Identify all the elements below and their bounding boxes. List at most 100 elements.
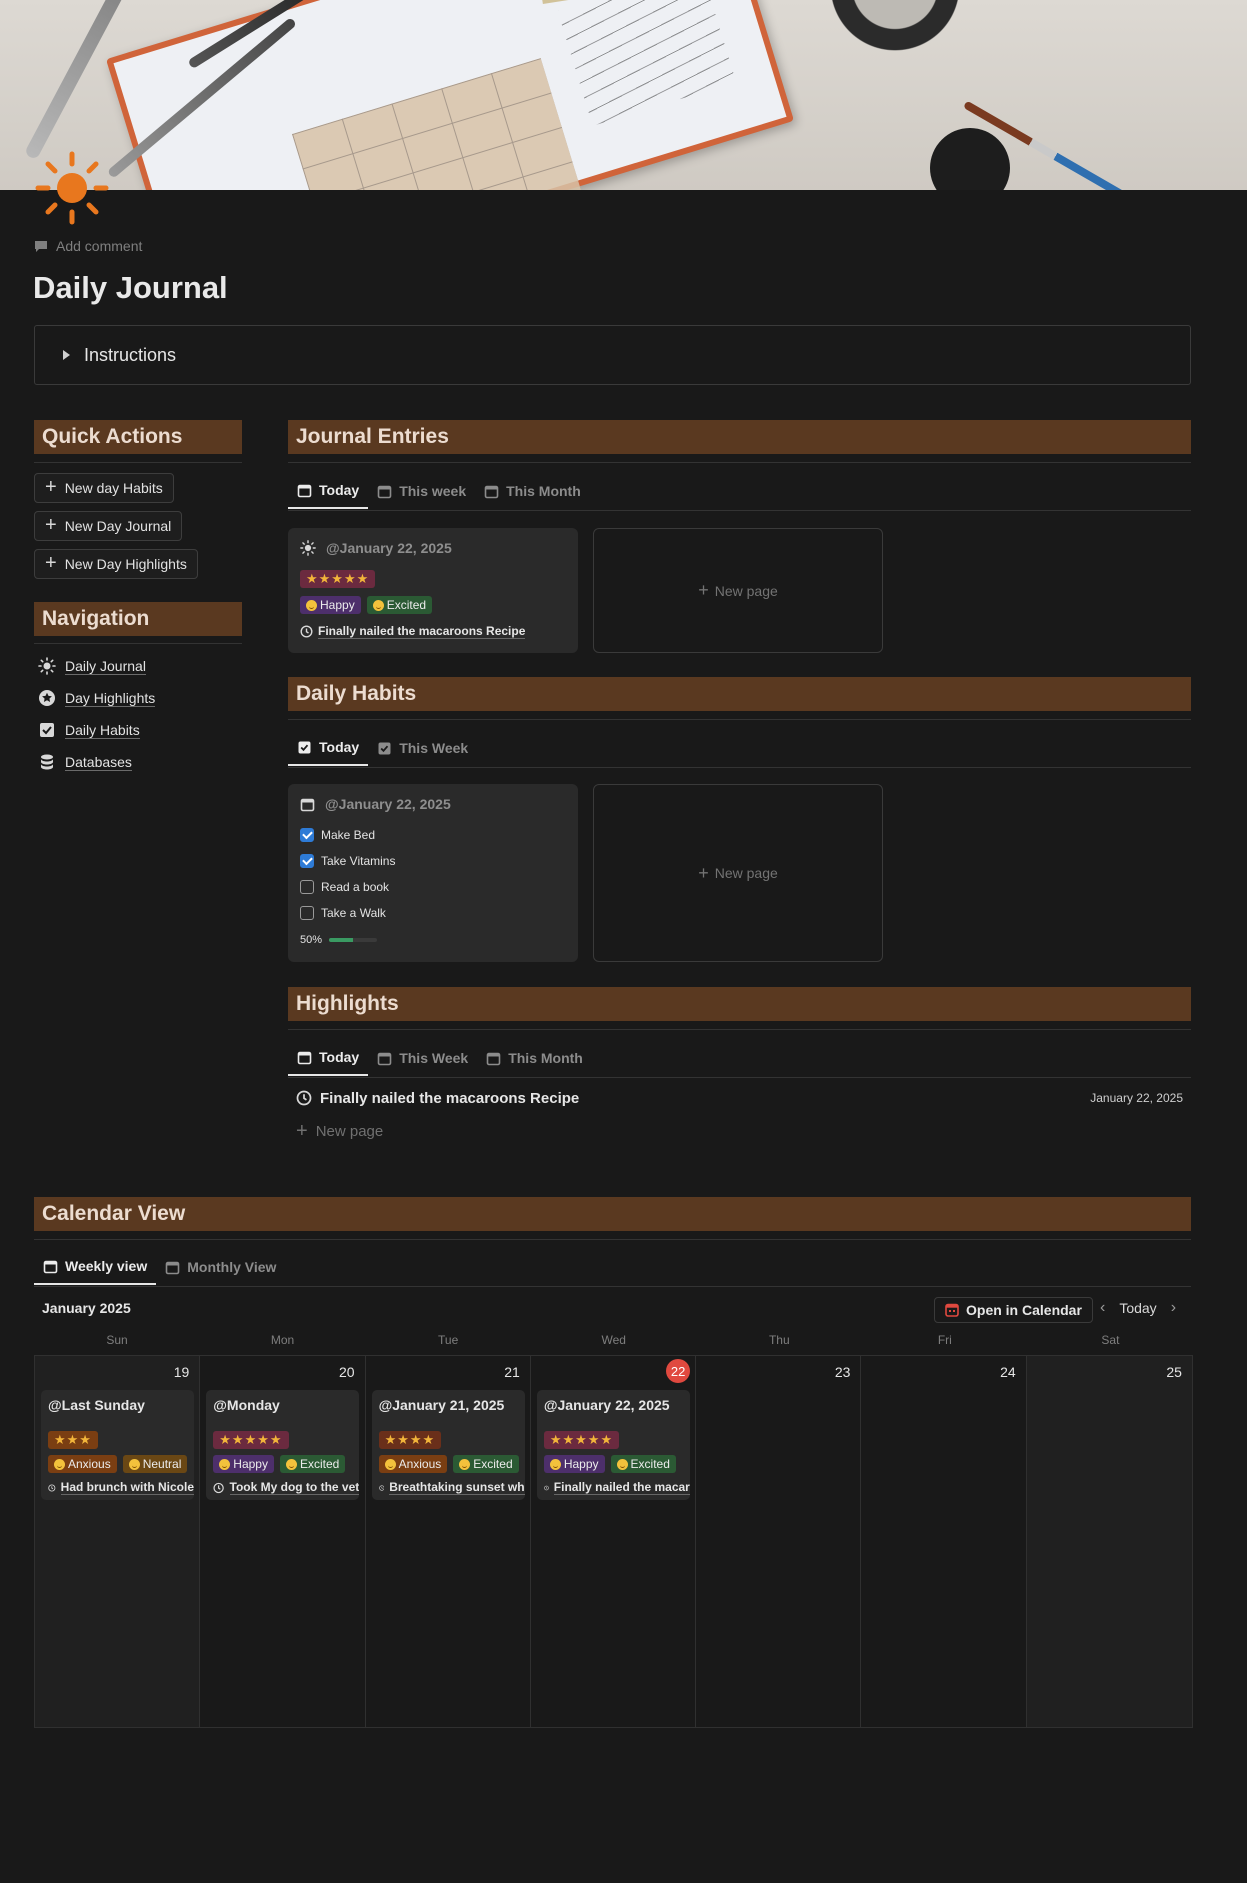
plus-icon: + [45, 514, 57, 536]
tab-this-month[interactable]: This Month [475, 473, 590, 509]
progress-bar-fill [329, 938, 354, 942]
excited-face-icon [459, 1458, 471, 1470]
nav-item-daily-journal[interactable]: Daily Journal [38, 657, 146, 675]
calendar-icon [484, 485, 499, 498]
journal-entry-card[interactable]: @January 22, 2025 ★★★★★ Happy Excited Fi… [288, 528, 578, 653]
smile-face-icon [372, 599, 384, 611]
calendar-nav: ‹ Today › [1100, 1299, 1176, 1317]
comment-icon [35, 240, 47, 252]
day-number: 24 [1000, 1364, 1016, 1380]
toggle-triangle-icon [63, 350, 70, 360]
calendar-entry-card[interactable]: @Last Sunday ★★★ Anxious Neutral Had brunch … [41, 1390, 194, 1500]
chevron-right-icon[interactable]: › [1171, 1299, 1176, 1317]
divider [288, 462, 1191, 463]
entry-title: @Monday [213, 1397, 280, 1413]
new-day-highlights-button[interactable]: + New Day Highlights [34, 549, 198, 579]
tab-today[interactable]: Today [288, 1040, 369, 1076]
calendar-day-cell[interactable]: 24 [861, 1356, 1027, 1727]
open-in-calendar-label: Open in Calendar [966, 1302, 1082, 1318]
calendar-entry-card[interactable]: @January 22, 2025 ★★★★★ Happy Excited Finall… [536, 1390, 690, 1500]
checkbox-checked[interactable] [300, 828, 314, 842]
tag-label: Anxious [68, 1457, 111, 1471]
checkbox-checked[interactable] [300, 854, 314, 868]
calendar-day-cell[interactable]: 21 @January 21, 2025 ★★★★ Anxious Excited Bre… [366, 1356, 531, 1727]
calendar-icon [377, 485, 392, 498]
habit-take-a-walk[interactable]: Take a Walk [300, 906, 386, 920]
entry-highlight[interactable]: Finally nailed the macaroons Recipe [300, 624, 526, 639]
calendar-icon [43, 1260, 58, 1273]
tag-label: Happy [320, 598, 355, 612]
entry-highlight[interactable]: Finally nailed the macar [544, 1480, 690, 1495]
anxious-face-icon [54, 1458, 65, 1470]
tab-this-week[interactable]: This Week [368, 1040, 477, 1076]
nav-label: Daily Habits [65, 721, 140, 739]
tab-today[interactable]: Today [288, 730, 369, 766]
calendar-day-cell[interactable]: 19 @Last Sunday ★★★ Anxious Neutral Had brunc… [35, 1356, 201, 1727]
habits-tabs: Today This Week [288, 730, 477, 766]
tab-label: This week [399, 483, 467, 499]
entry-highlight[interactable]: Took My dog to the vet [213, 1480, 360, 1495]
new-day-habits-button[interactable]: + New day Habits [34, 473, 174, 503]
tab-this-month[interactable]: This Month [477, 1040, 592, 1076]
calendar-day-cell[interactable]: 20 @Monday ★★★★★ Happy Excited Took My dog to… [200, 1356, 366, 1727]
day-number: 23 [834, 1364, 851, 1380]
calendar-day-cell[interactable]: 22 @January 22, 2025 ★★★★★ Happy Excited Fina… [531, 1356, 697, 1727]
chevron-left-icon[interactable]: ‹ [1100, 1299, 1105, 1317]
today-day-number: 22 [666, 1359, 691, 1383]
today-button[interactable]: Today [1119, 1300, 1156, 1316]
tag-label: Excited [473, 1457, 513, 1471]
habits-card[interactable]: @January 22, 2025 Make Bed Take Vitamins… [288, 784, 578, 962]
new-habits-page[interactable]: + New page [593, 784, 883, 962]
calendar-day-cell[interactable]: 23 [696, 1356, 862, 1727]
instructions-toggle[interactable]: Instructions [34, 325, 1191, 385]
highlight-row[interactable]: Finally nailed the macaroons Recipe Janu… [296, 1088, 1183, 1108]
nav-label: Databases [65, 753, 132, 771]
calendar-day-cell[interactable]: 25 [1026, 1356, 1192, 1727]
add-comment-button[interactable]: Add comment [34, 238, 142, 254]
entry-highlight[interactable]: Breathtaking sunset wh [378, 1480, 525, 1495]
nav-item-databases[interactable]: Databases [38, 753, 132, 771]
calendar-icon [165, 1261, 180, 1274]
entry-date: @January 22, 2025 [326, 540, 452, 556]
tab-weekly-view[interactable]: Weekly view [34, 1249, 157, 1285]
weekday-label: Sun [106, 1333, 128, 1347]
tab-this-week[interactable]: This Week [368, 730, 477, 766]
mood-tag-happy: Happy [543, 1455, 605, 1473]
mood-tag-happy: Happy [300, 596, 361, 614]
button-label: New Day Highlights [64, 556, 187, 572]
calendar-entry-card[interactable]: @Monday ★★★★★ Happy Excited Took My dog to t… [206, 1390, 360, 1500]
new-journal-page[interactable]: + New page [593, 528, 883, 653]
checkbox-unchecked[interactable] [300, 906, 314, 920]
open-in-calendar-button[interactable]: Open in Calendar [934, 1297, 1093, 1323]
new-highlight-page[interactable]: + New page [296, 1120, 383, 1143]
day-number: 19 [173, 1364, 190, 1380]
happy-face-icon [219, 1458, 231, 1470]
clock-icon [300, 625, 313, 638]
tab-today[interactable]: Today [288, 473, 369, 509]
nav-item-day-highlights[interactable]: Day Highlights [38, 689, 156, 707]
plus-icon: + [45, 476, 57, 498]
tab-monthly-view[interactable]: Monthly View [156, 1249, 285, 1285]
entry-title: @January 21, 2025 [378, 1397, 505, 1413]
habit-read-a-book[interactable]: Read a book [300, 880, 389, 894]
calendar-view-heading: Calendar View [34, 1197, 1191, 1231]
mood-tag-excited: Excited [366, 596, 433, 614]
excited-face-icon [616, 1458, 628, 1470]
checkbox-unchecked[interactable] [300, 880, 314, 894]
entry-highlight[interactable]: Had brunch with Nicole [48, 1480, 194, 1495]
nav-item-daily-habits[interactable]: Daily Habits [38, 721, 140, 739]
tag-label: Happy [563, 1457, 599, 1471]
tab-this-week[interactable]: This week [368, 473, 475, 509]
habit-make-bed[interactable]: Make Bed [300, 828, 375, 842]
weekday-label: Mon [270, 1333, 295, 1347]
new-day-journal-button[interactable]: + New Day Journal [34, 511, 183, 541]
calendar-icon [486, 1052, 501, 1065]
new-page-label: New page [714, 582, 778, 599]
sun-page-icon[interactable] [34, 150, 110, 226]
quick-actions-heading: Quick Actions [34, 420, 242, 454]
weekday-label: Wed [601, 1333, 626, 1347]
progress-bar [329, 938, 378, 942]
calendar-entry-card[interactable]: @January 21, 2025 ★★★★ Anxious Excited Breat… [371, 1390, 525, 1500]
plus-icon: + [698, 580, 709, 600]
habit-take-vitamins[interactable]: Take Vitamins [300, 854, 395, 868]
